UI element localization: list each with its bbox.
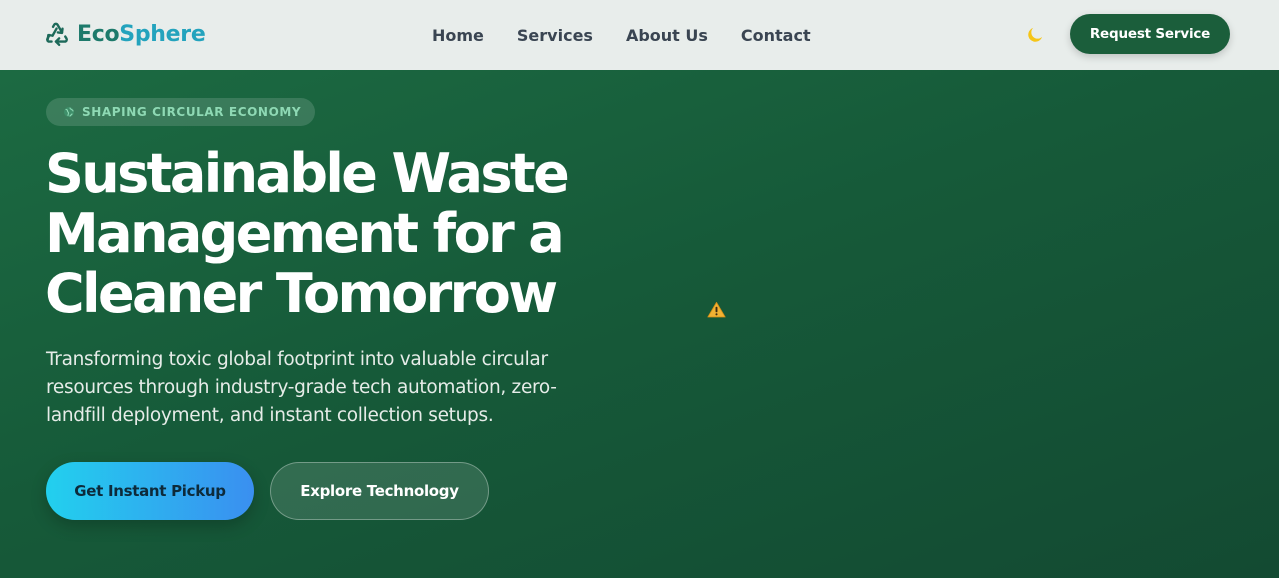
theme-toggle-button[interactable] bbox=[1022, 22, 1048, 48]
top-navbar: EcoSphere Home Services About Us Contact… bbox=[0, 0, 1279, 70]
main-nav: Home Services About Us Contact bbox=[432, 24, 811, 46]
hero-headline-line-2: Management for a bbox=[45, 202, 565, 265]
hero-headline-line-1: Sustainable Waste bbox=[45, 142, 570, 205]
hero-badge: SHAPING CIRCULAR ECONOMY bbox=[46, 98, 315, 126]
nav-link-contact[interactable]: Contact bbox=[741, 26, 811, 45]
nav-link-services[interactable]: Services bbox=[517, 26, 593, 45]
brand-name-primary: Eco bbox=[77, 21, 120, 47]
brand-name-accent: Sphere bbox=[119, 21, 206, 47]
get-instant-pickup-button[interactable]: Get Instant Pickup bbox=[46, 462, 254, 520]
recycle-icon bbox=[46, 22, 68, 47]
request-service-button[interactable]: Request Service bbox=[1070, 14, 1230, 54]
hero-description: Transforming toxic global footprint into… bbox=[46, 349, 557, 426]
globe-icon bbox=[64, 107, 74, 117]
brand-name: EcoSphere bbox=[77, 21, 206, 47]
hero-headline-line-3: Cleaner Tomorrow bbox=[45, 262, 558, 325]
moon-icon bbox=[1028, 27, 1043, 42]
warning-icon bbox=[707, 301, 726, 318]
brand-logo[interactable]: EcoSphere bbox=[44, 20, 206, 48]
nav-link-about-us[interactable]: About Us bbox=[626, 26, 708, 45]
explore-technology-button[interactable]: Explore Technology bbox=[270, 462, 489, 520]
hero-headline: Sustainable Waste Management for a Clean… bbox=[45, 144, 625, 324]
hero-badge-label: SHAPING CIRCULAR ECONOMY bbox=[82, 105, 302, 119]
hero-section: SHAPING CIRCULAR ECONOMY Sustainable Was… bbox=[0, 70, 1279, 578]
nav-link-home[interactable]: Home bbox=[432, 26, 484, 45]
